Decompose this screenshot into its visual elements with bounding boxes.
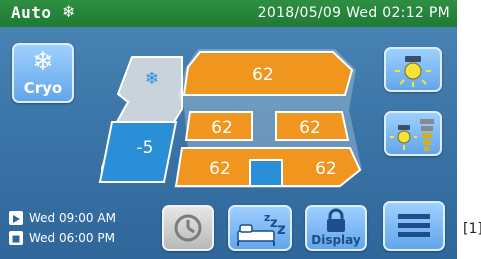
svg-text:z: z [277, 220, 286, 238]
stop-icon [9, 231, 23, 245]
menu-icon [398, 214, 430, 237]
brightness-button[interactable] [384, 111, 442, 156]
brightness-icon [390, 119, 434, 151]
foot-gap [249, 159, 283, 187]
timer-list: Wed 09:00 AM Wed 06:00 PM [9, 208, 116, 248]
clock-icon [174, 214, 202, 242]
timer-stop[interactable]: Wed 06:00 PM [9, 228, 116, 248]
display-label: Display [311, 233, 361, 247]
zone-middle-right[interactable]: 62 [275, 111, 350, 141]
schedule-button[interactable] [162, 205, 214, 251]
zone-foot[interactable]: 62 62 [174, 147, 362, 187]
zone-head[interactable]: 62 [182, 51, 354, 96]
zone-foot-left-temp: 62 [209, 159, 231, 179]
sleep-icon: z z z [237, 211, 286, 246]
menu-button[interactable] [383, 201, 445, 251]
display-lock-button[interactable]: Display [305, 205, 367, 251]
zone-middle-left-temp: 62 [211, 118, 233, 138]
timer-start-text: Wed 09:00 AM [29, 211, 116, 225]
left-temperature: -5 [137, 138, 154, 158]
zone-middle-right-temp: 62 [299, 118, 321, 138]
play-icon [9, 211, 23, 225]
sleep-button[interactable]: z z z [228, 205, 292, 251]
zone-head-temp: 62 [252, 65, 274, 85]
timer-stop-text: Wed 06:00 PM [29, 231, 115, 245]
snowflake-icon: ❄ [145, 69, 159, 89]
zone-middle-left[interactable]: 62 [184, 111, 253, 141]
footnote-marker: [1] [463, 221, 481, 237]
lock-icon [327, 208, 345, 232]
timer-start[interactable]: Wed 09:00 AM [9, 208, 116, 228]
control-screen: Auto ❄ 2018/05/09 Wed 02:12 PM ❄ Cryo ❄ … [0, 0, 457, 259]
zone-foot-right-temp: 62 [315, 159, 337, 179]
left-zone[interactable]: ❄ -5 [98, 56, 183, 183]
light-button[interactable] [384, 47, 442, 92]
light-bulb-icon [395, 56, 431, 87]
